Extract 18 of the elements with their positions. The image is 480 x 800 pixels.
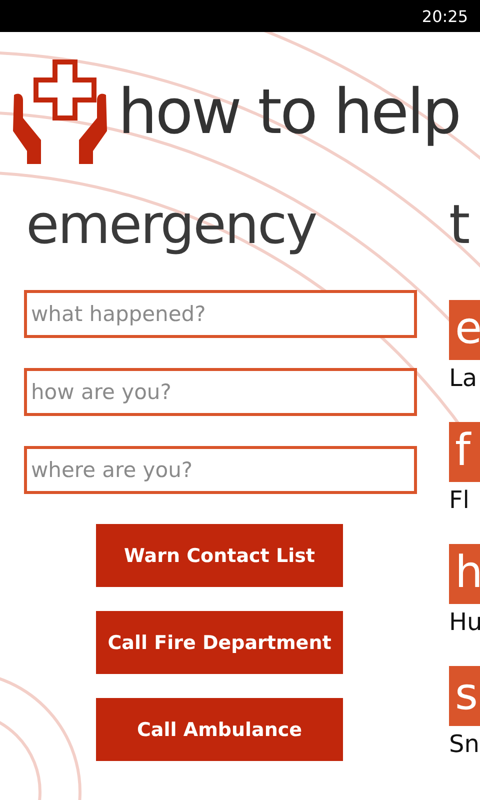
letter-tile[interactable]: h [449, 544, 480, 604]
action-button[interactable]: Call Fire Department [96, 611, 343, 674]
status-time: 20:25 [422, 6, 468, 26]
letter-tile[interactable]: s [449, 666, 480, 726]
letter-tile[interactable]: e [449, 300, 480, 360]
tile-label: Sn [449, 730, 480, 758]
hands-cross-logo-icon [10, 59, 110, 165]
input-field[interactable]: where are you? [24, 446, 417, 494]
action-button[interactable]: Warn Contact List [96, 524, 343, 587]
tile-label: Hu [449, 608, 480, 636]
section-title: t [449, 198, 472, 252]
input-field[interactable]: how are you? [24, 368, 417, 416]
letter-tile[interactable]: f [449, 422, 480, 482]
action-button[interactable]: Call Ambulance [96, 698, 343, 761]
section-title: emergency [26, 198, 318, 252]
tile-label: Fl [449, 486, 470, 514]
tile-label: La [449, 364, 478, 392]
input-field[interactable]: what happened? [24, 290, 417, 338]
